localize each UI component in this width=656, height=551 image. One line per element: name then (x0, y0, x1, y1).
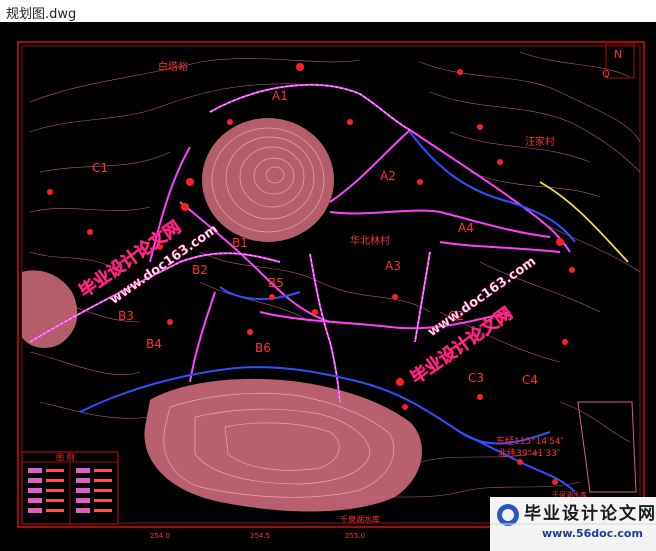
zone-label-a4: A4 (458, 221, 474, 235)
zone-label-c4: C4 (522, 373, 538, 387)
zone-label-b6: B6 (255, 341, 271, 355)
grid-labels: 254.0 254.5 255.0 (150, 532, 365, 540)
reservoir-bottom-label: 千泉湖水库 (340, 514, 380, 524)
brand-banner: 毕业设计论文网 www.56doc.com (490, 497, 656, 551)
coordinate-labels: 东经115°14′54″ 北纬39°41′33″ (496, 435, 565, 459)
zone-label-b5: B5 (268, 276, 284, 290)
north-marker: N Q (602, 43, 635, 80)
brand-url: www.56doc.com (542, 527, 643, 540)
zone-label-a2: A2 (380, 169, 396, 183)
grid-label-2: 254.5 (250, 532, 270, 540)
grid-label-3: 255.0 (345, 532, 365, 540)
zone-label-a1: A1 (272, 89, 288, 103)
zone-label-c3: C3 (468, 371, 484, 385)
window-title: 规划图.dwg (6, 7, 77, 22)
zone-label-b1: B1 (232, 236, 248, 250)
zone-label-a3: A3 (385, 259, 401, 273)
center-label: 华北林村 (350, 234, 390, 247)
zone-label-b4: B4 (146, 337, 162, 351)
hill-south (144, 378, 422, 512)
east-village-label: 汪家村 (525, 135, 555, 148)
hill-north (202, 118, 334, 242)
brand-name: 毕业设计论文网 (524, 504, 656, 524)
drawing-canvas[interactable]: A1 A2 A3 A4 B1 B2 B3 B4 B5 B6 C1 C2 C3 C… (0, 22, 656, 551)
zone-label-b2: B2 (192, 263, 208, 277)
legend-title: 图 例 (56, 452, 75, 462)
north-village-label: 白塔峪 (158, 60, 188, 73)
north-marker-sub: Q (602, 69, 610, 80)
north-marker-label: N (614, 48, 622, 61)
legend-box: 图 例 (21, 451, 119, 525)
coordinate-line2: 北纬39°41′33″ (498, 447, 561, 459)
hill-west (22, 270, 78, 348)
map-drawing: A1 A2 A3 A4 B1 B2 B3 B4 B5 B6 C1 C2 C3 C… (17, 41, 645, 540)
zone-label-c1: C1 (92, 161, 108, 175)
east-area-boundary (577, 401, 637, 493)
window-titlebar: 规划图.dwg (0, 0, 656, 22)
grid-label-1: 254.0 (150, 532, 170, 540)
zone-label-b3: B3 (118, 309, 134, 323)
coordinate-line1: 东经115°14′54″ (496, 435, 565, 447)
